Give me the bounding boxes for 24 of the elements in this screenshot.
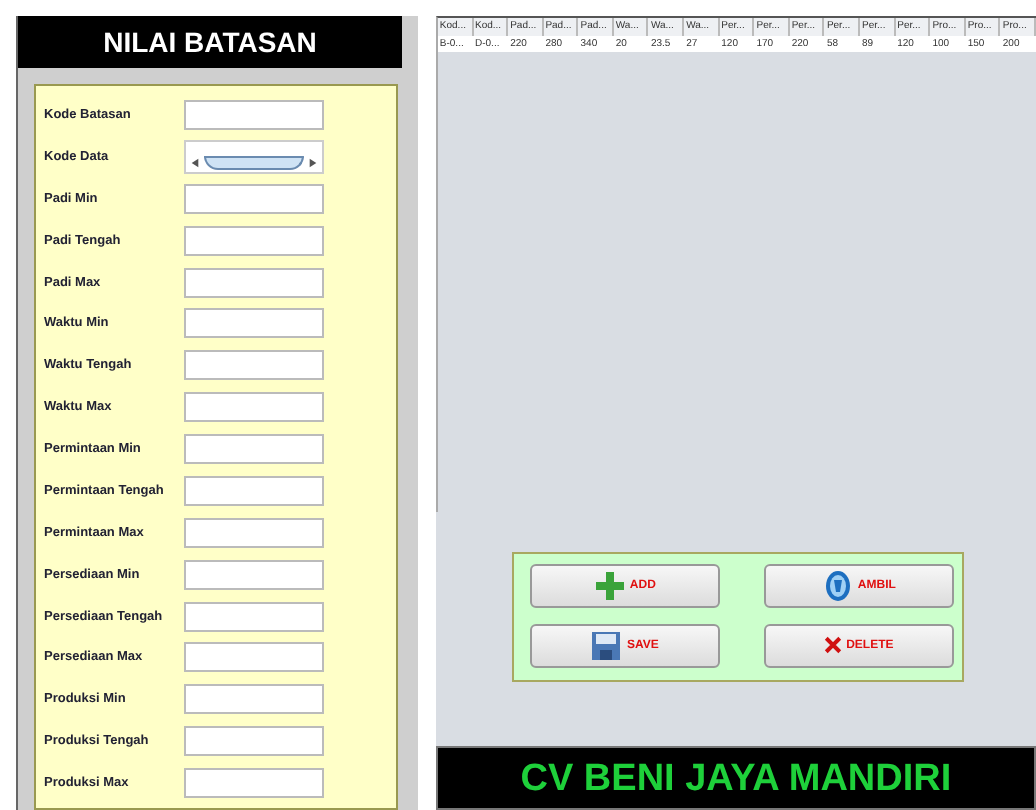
input-field[interactable] <box>184 684 324 715</box>
input-field[interactable] <box>184 100 324 130</box>
close-icon <box>824 636 843 655</box>
input-field[interactable] <box>184 601 324 631</box>
input-field[interactable] <box>184 768 324 798</box>
scroll-thumb[interactable] <box>204 155 304 170</box>
input-field[interactable] <box>184 517 324 548</box>
input-field[interactable] <box>184 225 324 256</box>
scroll-left-icon[interactable] <box>190 157 200 168</box>
input-field[interactable] <box>184 183 324 214</box>
input-field[interactable] <box>184 392 324 423</box>
input-field[interactable] <box>184 350 324 381</box>
form-title: NILAI BATASAN <box>18 16 402 68</box>
company-banner: CV BENI JAYA MANDIRI <box>435 746 1036 810</box>
input-field[interactable] <box>184 308 324 339</box>
input-field[interactable] <box>184 267 324 297</box>
input-field[interactable] <box>184 475 324 506</box>
input-field[interactable] <box>184 726 324 757</box>
input-field[interactable] <box>184 642 324 673</box>
scroll-field[interactable] <box>184 139 324 174</box>
scroll-right-icon[interactable] <box>308 157 318 168</box>
input-field[interactable] <box>184 434 324 464</box>
input-field[interactable] <box>184 559 324 590</box>
plus-icon <box>593 569 626 602</box>
